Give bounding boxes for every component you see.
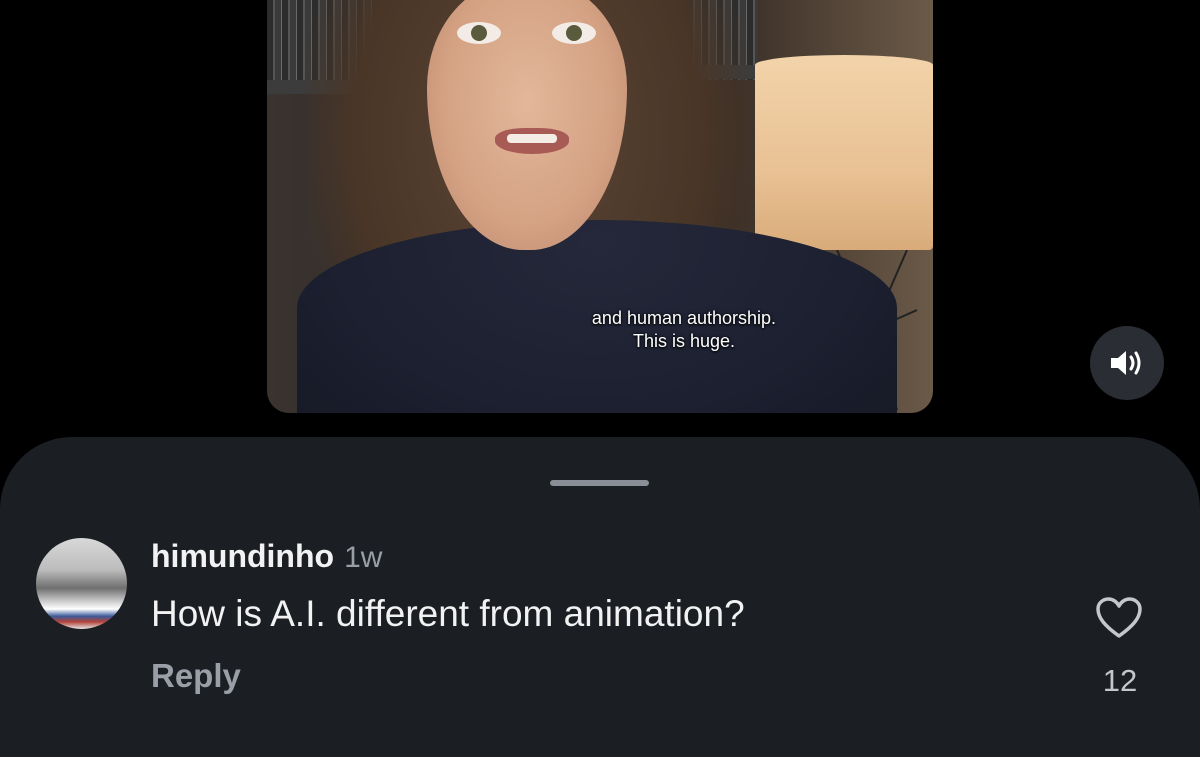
lamp-shade — [755, 55, 933, 250]
reply-button[interactable]: Reply — [151, 657, 241, 695]
video-caption: and human authorship. This is huge. — [267, 307, 933, 353]
username-text[interactable]: himundinho — [151, 538, 334, 574]
comment-text: How is A.I. different from animation? — [151, 593, 745, 634]
video-player[interactable]: and human authorship. This is huge. — [267, 0, 933, 413]
right-eye — [552, 22, 596, 44]
comments-sheet[interactable]: himundinho 1w How is A.I. different from … — [0, 437, 1200, 757]
caption-line-2: This is huge. — [632, 331, 736, 351]
speaker-volume-icon — [1111, 351, 1141, 375]
like-count: 12 — [1102, 663, 1138, 698]
sheet-drag-handle[interactable] — [550, 480, 649, 486]
caption-line-1: and human authorship. — [591, 308, 777, 328]
left-eye — [457, 22, 501, 44]
audio-toggle-button[interactable] — [1090, 326, 1164, 400]
comment-username[interactable]: himundinho 1w — [151, 538, 382, 575]
avatar[interactable] — [36, 538, 127, 629]
mouth — [495, 128, 569, 154]
heart-outline-icon[interactable] — [1095, 596, 1143, 640]
comment-timestamp: 1w — [344, 541, 383, 574]
